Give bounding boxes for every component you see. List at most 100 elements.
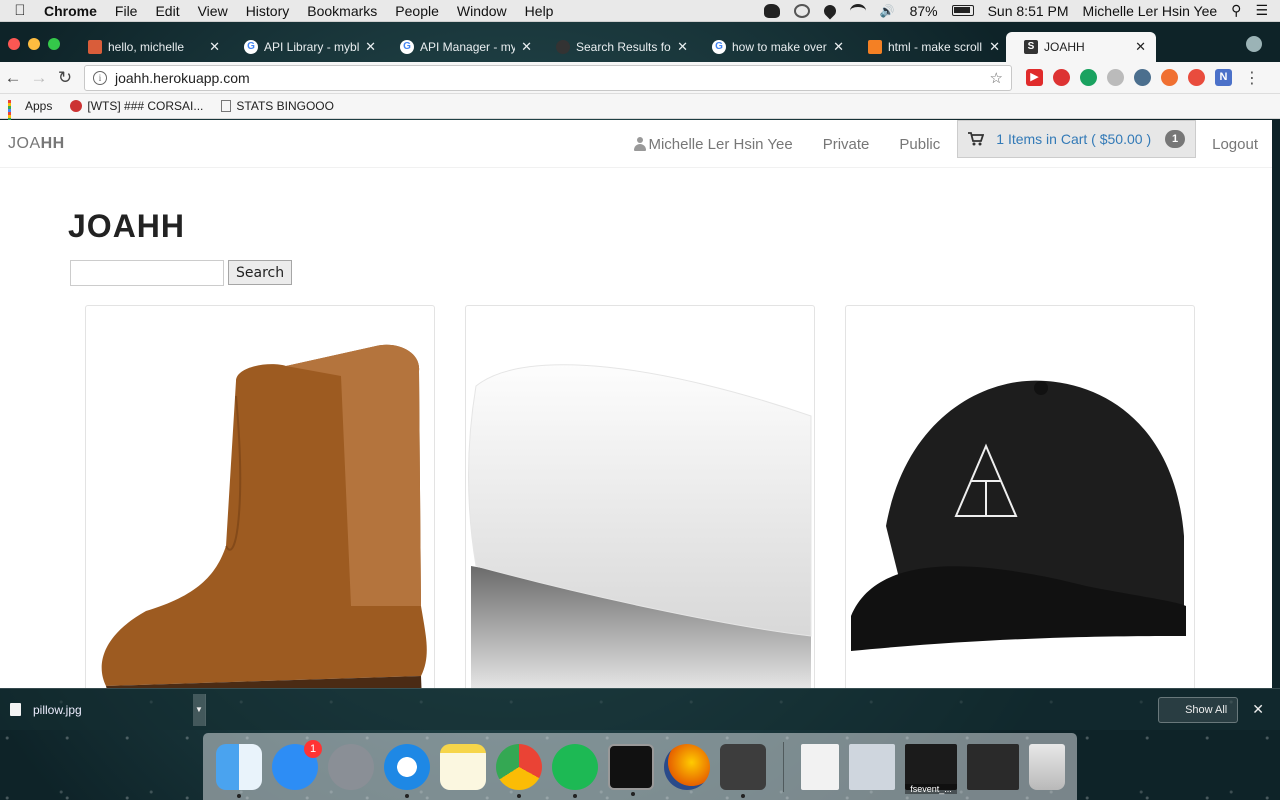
close-tab-icon[interactable]: ✕ xyxy=(989,39,1000,55)
battery-icon[interactable] xyxy=(951,5,974,16)
nav-user-link[interactable]: Michelle Ler Hsin Yee xyxy=(619,136,807,153)
sublime-text-icon[interactable] xyxy=(720,743,766,798)
chrome-icon[interactable] xyxy=(496,743,542,798)
close-tab-icon[interactable]: ✕ xyxy=(677,39,688,55)
fsevent-window-icon[interactable]: fsevent_... xyxy=(905,743,957,794)
trash-icon[interactable] xyxy=(1029,743,1065,790)
menu-app-name[interactable]: Chrome xyxy=(40,3,106,19)
extension-n-icon[interactable]: N xyxy=(1215,69,1232,86)
nav-logout-link[interactable]: Logout xyxy=(1196,136,1272,153)
address-bar[interactable]: i joahh.herokuapp.com ☆ xyxy=(84,64,1012,91)
brand-logo[interactable]: JOAHH xyxy=(8,135,65,153)
page-title: JOAHH xyxy=(68,208,185,245)
jpeg-file-icon[interactable] xyxy=(801,743,839,790)
stackoverflow-icon xyxy=(868,40,882,54)
nav-public-link[interactable]: Public xyxy=(884,136,955,153)
reload-icon[interactable]: ↻ xyxy=(52,68,78,88)
notes-icon[interactable] xyxy=(440,743,486,790)
tab-joahh[interactable]: S JOAHH ✕ xyxy=(1006,32,1156,62)
bookmark-wts-corsair[interactable]: [WTS] ### CORSAI... xyxy=(70,99,203,113)
app-store-badge: 1 xyxy=(304,739,322,758)
product-card-boot[interactable] xyxy=(85,305,435,688)
screenshot-icon[interactable] xyxy=(849,743,895,790)
close-tab-icon[interactable]: ✕ xyxy=(521,39,532,55)
menu-edit[interactable]: Edit xyxy=(146,3,188,19)
chrome-menu-icon[interactable]: ⋮ xyxy=(1244,68,1260,88)
bookmark-star-icon[interactable]: ☆ xyxy=(990,69,1003,87)
tab-api-library[interactable]: G API Library - mybl ✕ xyxy=(226,32,386,62)
site-info-icon[interactable]: i xyxy=(93,70,107,85)
download-item[interactable]: pillow.jpg ▼ xyxy=(4,693,206,726)
menu-view[interactable]: View xyxy=(189,3,237,19)
google-icon: G xyxy=(712,40,726,54)
firefox-icon[interactable] xyxy=(664,743,710,790)
nav-private-link[interactable]: Private xyxy=(808,136,885,153)
wifi-icon[interactable] xyxy=(849,3,866,18)
menu-file[interactable]: File xyxy=(106,3,147,19)
menu-clock[interactable]: Sun 8:51 PM xyxy=(988,3,1069,19)
extension-shield-icon[interactable] xyxy=(1053,69,1070,86)
safari-icon[interactable] xyxy=(384,743,430,798)
download-file-name: pillow.jpg xyxy=(33,702,82,717)
terminal-window-icon[interactable] xyxy=(967,743,1019,790)
app-store-icon[interactable]: 1 xyxy=(272,739,322,790)
search-input[interactable] xyxy=(70,260,224,286)
volume-icon[interactable]: 🔊 xyxy=(880,4,896,18)
product-card-pillow[interactable] xyxy=(465,305,815,688)
tab-search-results[interactable]: Search Results for ✕ xyxy=(538,32,698,62)
title-light: JOA xyxy=(68,208,137,244)
extension-chat-icon[interactable] xyxy=(1134,69,1151,86)
tab-api-manager[interactable]: G API Manager - my ✕ xyxy=(382,32,542,62)
close-tab-icon[interactable]: ✕ xyxy=(833,39,844,55)
profile-icon[interactable] xyxy=(1246,36,1262,52)
address-url[interactable]: joahh.herokuapp.com xyxy=(115,70,990,86)
show-all-button[interactable]: Show All xyxy=(1158,696,1239,723)
close-shelf-icon[interactable]: ✕ xyxy=(1252,701,1264,718)
menu-bookmarks[interactable]: Bookmarks xyxy=(298,3,386,19)
menu-people[interactable]: People xyxy=(386,3,448,19)
tab-title: API Library - mybl xyxy=(264,40,360,54)
cart-button[interactable]: 1 Items in Cart ( $50.00 ) 1 xyxy=(957,120,1197,158)
battery-percent[interactable]: 87% xyxy=(910,3,938,19)
product-card-cap[interactable] xyxy=(845,305,1195,688)
cart-count-badge: 1 xyxy=(1165,130,1186,148)
forward-arrow-icon[interactable]: → xyxy=(26,68,52,88)
close-window-button[interactable] xyxy=(8,38,20,50)
zoom-window-button[interactable] xyxy=(48,38,60,50)
location-icon[interactable] xyxy=(821,2,839,19)
menu-window[interactable]: Window xyxy=(448,3,516,19)
creative-cloud-icon[interactable] xyxy=(793,3,810,18)
bookmark-stats-bingooo[interactable]: STATS BINGOOO xyxy=(221,99,334,113)
tab-html-make-scroll[interactable]: html - make scroll ✕ xyxy=(850,32,1010,62)
apple-menu-icon[interactable]:  xyxy=(0,2,40,19)
shopping-cart-icon xyxy=(968,132,985,146)
close-tab-icon[interactable]: ✕ xyxy=(365,39,376,55)
terminal-icon[interactable] xyxy=(608,743,654,796)
launchpad-icon[interactable] xyxy=(328,743,374,790)
extension-gray-circle-icon[interactable] xyxy=(1107,69,1124,86)
spotify-icon[interactable] xyxy=(552,743,598,798)
extension-target-icon[interactable] xyxy=(1188,69,1205,86)
menu-help[interactable]: Help xyxy=(516,3,563,19)
menu-user-name[interactable]: Michelle Ler Hsin Yee xyxy=(1083,3,1218,19)
menu-history[interactable]: History xyxy=(237,3,299,19)
extension-green-icon[interactable] xyxy=(1080,69,1097,86)
minimize-window-button[interactable] xyxy=(28,38,40,50)
search-button[interactable]: Search xyxy=(228,260,293,285)
bookmark-apps[interactable]: Apps xyxy=(8,99,53,127)
close-tab-icon[interactable]: ✕ xyxy=(209,39,220,55)
google-icon: G xyxy=(400,40,414,54)
chevron-down-icon[interactable]: ▼ xyxy=(193,693,205,726)
tab-how-to-make[interactable]: G how to make over ✕ xyxy=(694,32,854,62)
notification-center-icon[interactable]: ☰ xyxy=(1255,2,1268,19)
tab-hello-michelle[interactable]: hello, michelle ✕ xyxy=(70,32,230,62)
search-results-icon xyxy=(556,40,570,54)
extension-red-play-icon[interactable]: ▶ xyxy=(1026,69,1043,86)
close-tab-icon[interactable]: ✕ xyxy=(1135,39,1146,55)
extension-orange-icon[interactable] xyxy=(1161,69,1178,86)
back-arrow-icon[interactable]: ← xyxy=(0,68,26,88)
spotlight-icon[interactable]: ⚲ xyxy=(1231,2,1241,19)
elephant-icon[interactable] xyxy=(763,3,780,18)
finder-icon[interactable] xyxy=(216,743,262,798)
bookmark-label: Apps xyxy=(25,99,53,113)
